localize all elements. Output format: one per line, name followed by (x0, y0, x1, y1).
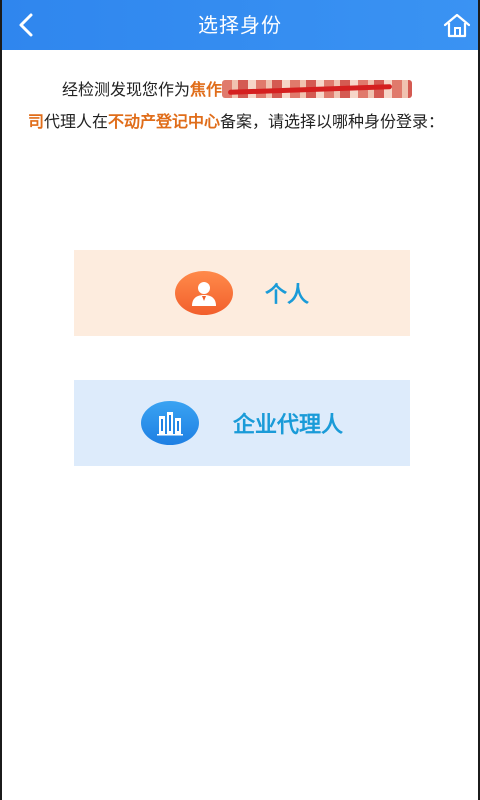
message-suffix: 备案，请选择以哪种身份登录： (220, 112, 445, 131)
message-middle: 代理人在 (44, 112, 109, 131)
registration-center: 不动产登记中心 (108, 112, 221, 131)
message-prefix: 经检测发现您作为 (62, 80, 191, 99)
personal-identity-option[interactable]: 个人 (74, 250, 410, 336)
redaction-mark (222, 79, 413, 98)
enterprise-agent-option[interactable]: 企业代理人 (74, 380, 410, 466)
home-button[interactable] (440, 8, 474, 42)
company-name-start: 焦作 (190, 80, 223, 99)
company-name-end: 司 (28, 112, 45, 131)
personal-option-label: 个人 (264, 283, 309, 308)
enterprise-agent-label: 企业代理人 (232, 413, 343, 438)
building-icon-badge (140, 401, 199, 445)
person-icon (191, 282, 216, 306)
building-icon (156, 412, 183, 436)
header-bar: 选择身份 (0, 0, 480, 50)
person-icon-badge (174, 271, 233, 315)
page-title: 选择身份 (198, 13, 282, 37)
identity-message: 经检测发现您作为焦作 司代理人在不动产登记中心备案，请选择以哪种身份登录： (28, 74, 458, 138)
home-icon (443, 13, 471, 38)
